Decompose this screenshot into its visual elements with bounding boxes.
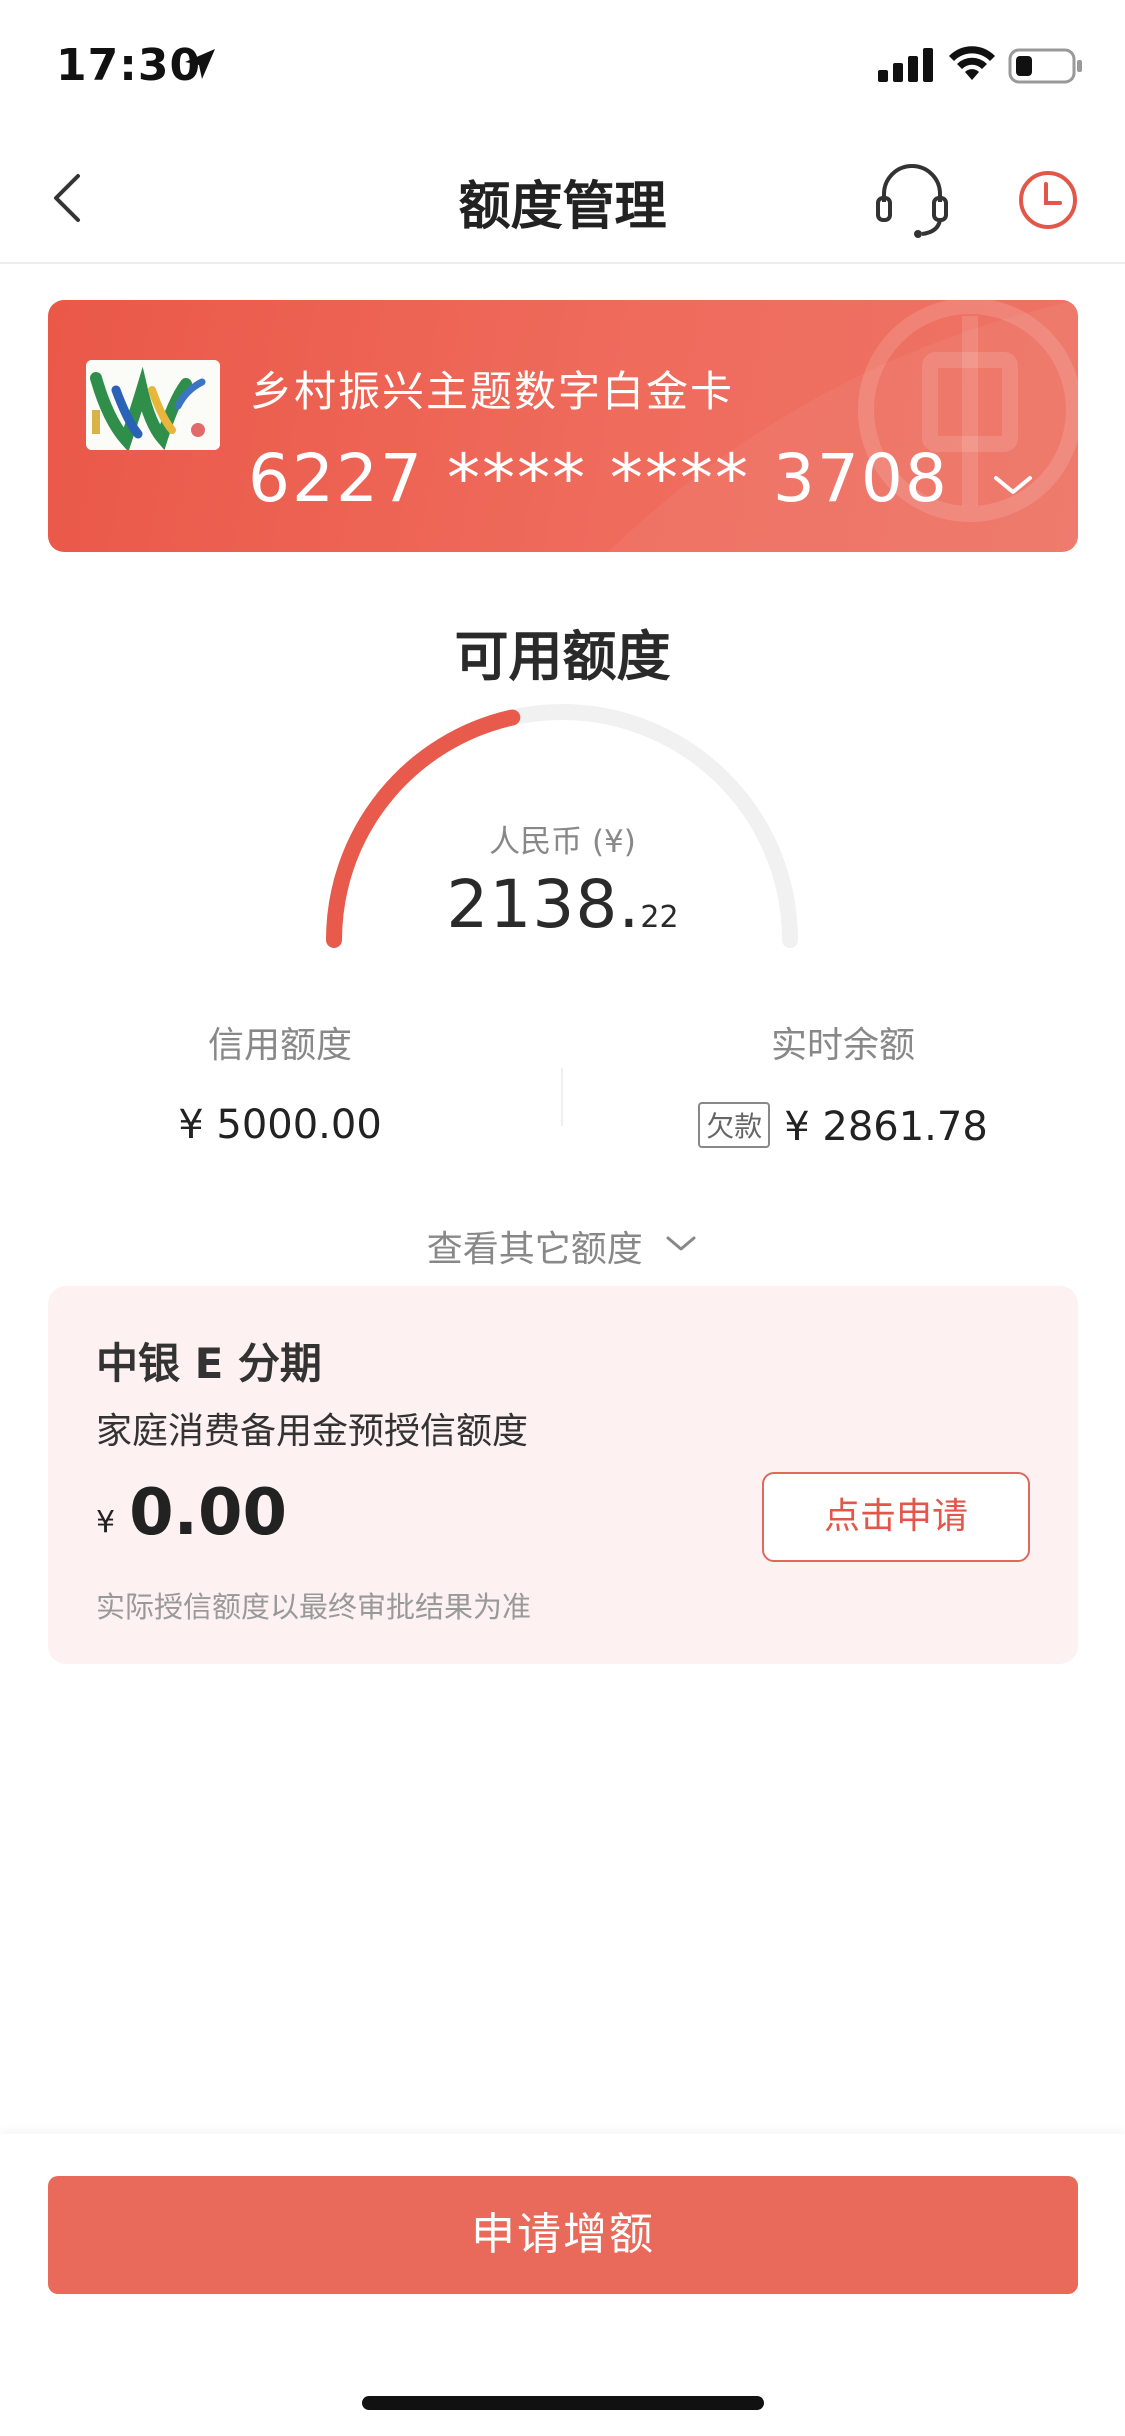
- battery-icon: [1008, 48, 1082, 84]
- credit-limit-value: ¥ 5000.00: [178, 1102, 382, 1148]
- view-other-quota-toggle[interactable]: 查看其它额度: [0, 1220, 1125, 1272]
- available-amount-decimal: 22: [640, 900, 679, 935]
- balance-value: ¥ 2861.78: [784, 1104, 988, 1150]
- balance-label: 实时余额: [770, 1025, 915, 1066]
- status-time: 17:30: [56, 40, 202, 91]
- home-indicator: [362, 2396, 764, 2410]
- installment-amount: ¥0.00: [96, 1476, 287, 1550]
- available-credit-title: 可用额度: [454, 625, 671, 688]
- installment-card: 中银 E 分期 家庭消费备用金预授信额度 ¥0.00 点击申请 实际授信额度以最…: [48, 1286, 1078, 1664]
- page-title: 额度管理: [458, 177, 667, 237]
- card-thumbnail: [86, 360, 220, 450]
- credit-limit-label: 信用额度: [207, 1025, 352, 1066]
- installment-title: 中银 E 分期: [96, 1339, 322, 1388]
- wifi-icon: [949, 46, 995, 80]
- customer-service-headset-icon[interactable]: [870, 158, 954, 242]
- apply-installment-button[interactable]: 点击申请: [762, 1472, 1030, 1562]
- stat-divider: [561, 1068, 563, 1126]
- available-amount-integer: 2138.: [446, 866, 641, 943]
- credit-limit-block: 信用额度 ¥ 5000.00: [110, 1016, 450, 1148]
- card-number: 6227 **** **** 3708: [248, 440, 949, 517]
- signal-icon: [878, 48, 933, 82]
- status-bar: 17:30: [0, 0, 1125, 132]
- location-arrow-icon: [185, 49, 215, 79]
- apply-increase-button[interactable]: 申请增额: [48, 2176, 1078, 2294]
- history-clock-icon[interactable]: [1010, 162, 1086, 238]
- nav-bar: 额度管理: [0, 132, 1125, 264]
- installment-note: 实际授信额度以最终审批结果为准: [96, 1590, 532, 1624]
- installment-currency: ¥: [96, 1505, 116, 1540]
- chevron-down-icon: [666, 1236, 696, 1251]
- chevron-down-icon[interactable]: [990, 470, 1036, 500]
- balance-value-row: 欠款 ¥ 2861.78: [620, 1102, 1066, 1150]
- bottom-action-bar: 申请增额: [0, 2134, 1125, 2436]
- available-amount: 2138.22: [0, 866, 1125, 943]
- balance-block: 实时余额 欠款 ¥ 2861.78: [620, 1016, 1066, 1150]
- view-other-quota-label: 查看其它额度: [426, 1229, 643, 1270]
- card-name: 乡村振兴主题数字白金卡: [250, 367, 735, 416]
- installment-subtitle: 家庭消费备用金预授信额度: [96, 1411, 529, 1452]
- debt-badge: 欠款: [698, 1102, 771, 1148]
- currency-label: 人民币 (¥): [489, 824, 636, 860]
- installment-amount-value: 0.00: [129, 1476, 287, 1550]
- card-selector[interactable]: 乡村振兴主题数字白金卡 6227 **** **** 3708: [48, 300, 1078, 552]
